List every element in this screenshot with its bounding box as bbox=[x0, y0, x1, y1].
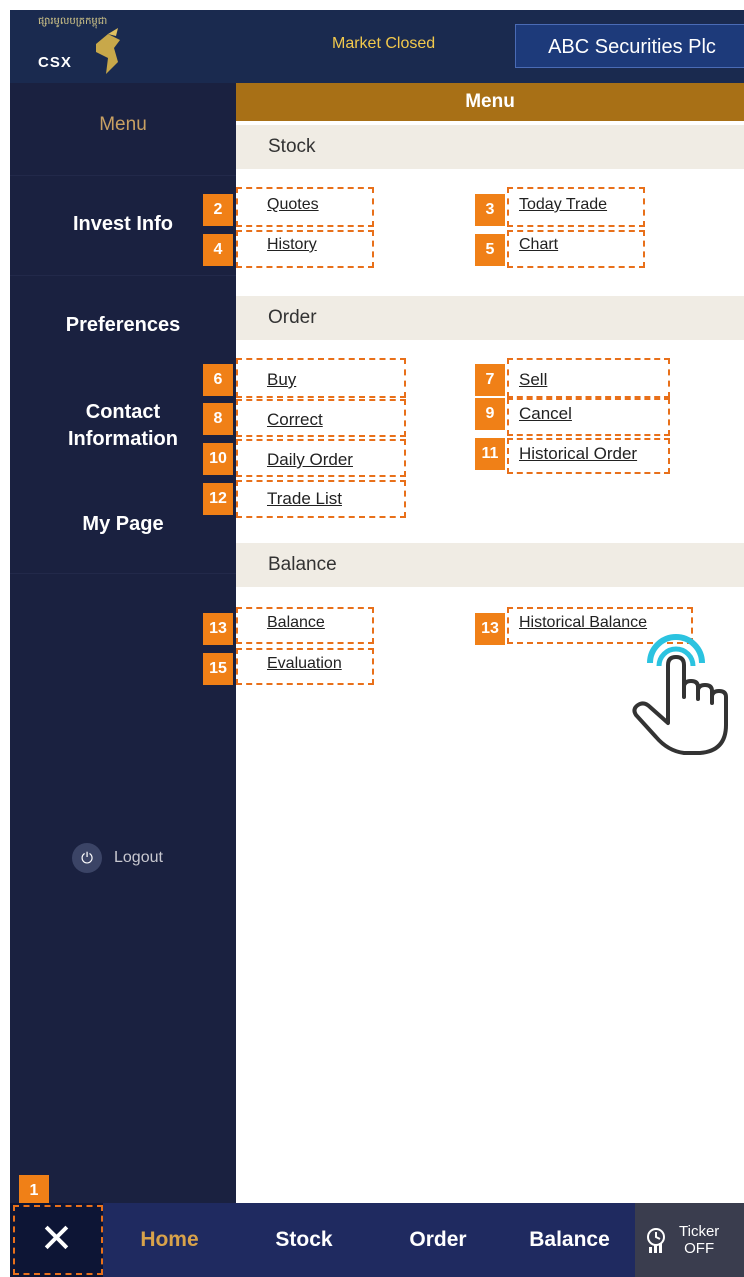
section-balance: Balance bbox=[236, 543, 744, 587]
bird-logo-icon bbox=[96, 28, 120, 74]
annotation-badge: 15 bbox=[203, 653, 233, 685]
annotation-badge: 13 bbox=[475, 613, 505, 645]
broker-name: ABC Securities Plc bbox=[515, 24, 744, 68]
divider bbox=[10, 275, 236, 276]
app-header: ផ្សារមូលបត្រកម្ពុជា CSX Market Closed AB… bbox=[10, 10, 744, 83]
annotation-badge: 12 bbox=[203, 483, 233, 515]
divider bbox=[10, 573, 236, 574]
section-order: Order bbox=[236, 296, 744, 340]
ticker-state: OFF bbox=[684, 1240, 715, 1257]
csx-logo[interactable]: ផ្សារមូលបត្រកម្ពុជា CSX bbox=[38, 14, 158, 82]
link-correct[interactable]: Correct bbox=[267, 410, 323, 430]
ticker-status: Ticker OFF bbox=[679, 1223, 719, 1257]
link-evaluation[interactable]: Evaluation bbox=[267, 655, 342, 673]
bottom-tab-bar: ✕ Home Stock Order Balance Ticker OFF bbox=[10, 1203, 744, 1277]
logo-csx-text: CSX bbox=[38, 54, 72, 71]
section-title: Balance bbox=[268, 554, 337, 575]
link-quotes[interactable]: Quotes bbox=[267, 196, 319, 214]
link-cancel[interactable]: Cancel bbox=[519, 404, 572, 424]
annotation-badge: 13 bbox=[203, 613, 233, 645]
annotation-badge: 11 bbox=[475, 438, 505, 470]
link-trade-list[interactable]: Trade List bbox=[267, 489, 342, 509]
section-stock: Stock bbox=[236, 125, 744, 169]
annotation-box bbox=[13, 1205, 103, 1275]
section-title: Stock bbox=[268, 136, 316, 157]
link-today-trade[interactable]: Today Trade bbox=[519, 196, 607, 214]
section-title: Order bbox=[268, 307, 317, 328]
annotation-badge: 6 bbox=[203, 364, 233, 396]
ticker-icon bbox=[647, 1228, 665, 1253]
annotation-badge: 2 bbox=[203, 194, 233, 226]
link-historical-order[interactable]: Historical Order bbox=[519, 444, 637, 464]
menu-header: Menu bbox=[236, 83, 744, 121]
annotation-badge: 4 bbox=[203, 234, 233, 266]
link-buy[interactable]: Buy bbox=[267, 370, 296, 390]
link-sell[interactable]: Sell bbox=[519, 370, 547, 390]
tab-home[interactable]: Home bbox=[103, 1203, 236, 1277]
sidebar-item-preferences[interactable]: Preferences bbox=[10, 314, 236, 337]
market-status: Market Closed bbox=[332, 35, 436, 52]
tab-stock[interactable]: Stock bbox=[236, 1203, 372, 1277]
annotation-badge: 3 bbox=[475, 194, 505, 226]
annotation-badge: 7 bbox=[475, 364, 505, 396]
annotation-badge: 5 bbox=[475, 234, 505, 266]
annotation-badge: 10 bbox=[203, 443, 233, 475]
link-history[interactable]: History bbox=[267, 236, 317, 254]
annotation-badge: 9 bbox=[475, 398, 505, 430]
ticker-toggle[interactable]: Ticker OFF bbox=[635, 1203, 744, 1277]
sidebar-title: Menu bbox=[99, 114, 147, 135]
link-balance[interactable]: Balance bbox=[267, 614, 325, 632]
annotation-box bbox=[236, 358, 406, 398]
logout-button[interactable]: ⏻ Logout bbox=[72, 843, 163, 873]
tab-order[interactable]: Order bbox=[372, 1203, 504, 1277]
ticker-label: Ticker bbox=[679, 1223, 720, 1240]
link-daily-order[interactable]: Daily Order bbox=[267, 450, 353, 470]
annotation-badge: 8 bbox=[203, 403, 233, 435]
logout-label: Logout bbox=[114, 849, 163, 866]
tap-hand-icon bbox=[632, 634, 728, 755]
power-icon: ⏻ bbox=[72, 843, 102, 873]
sidebar-item-my-page[interactable]: My Page bbox=[10, 513, 236, 536]
link-chart[interactable]: Chart bbox=[519, 236, 558, 254]
divider bbox=[10, 175, 236, 176]
tab-balance[interactable]: Balance bbox=[504, 1203, 635, 1277]
